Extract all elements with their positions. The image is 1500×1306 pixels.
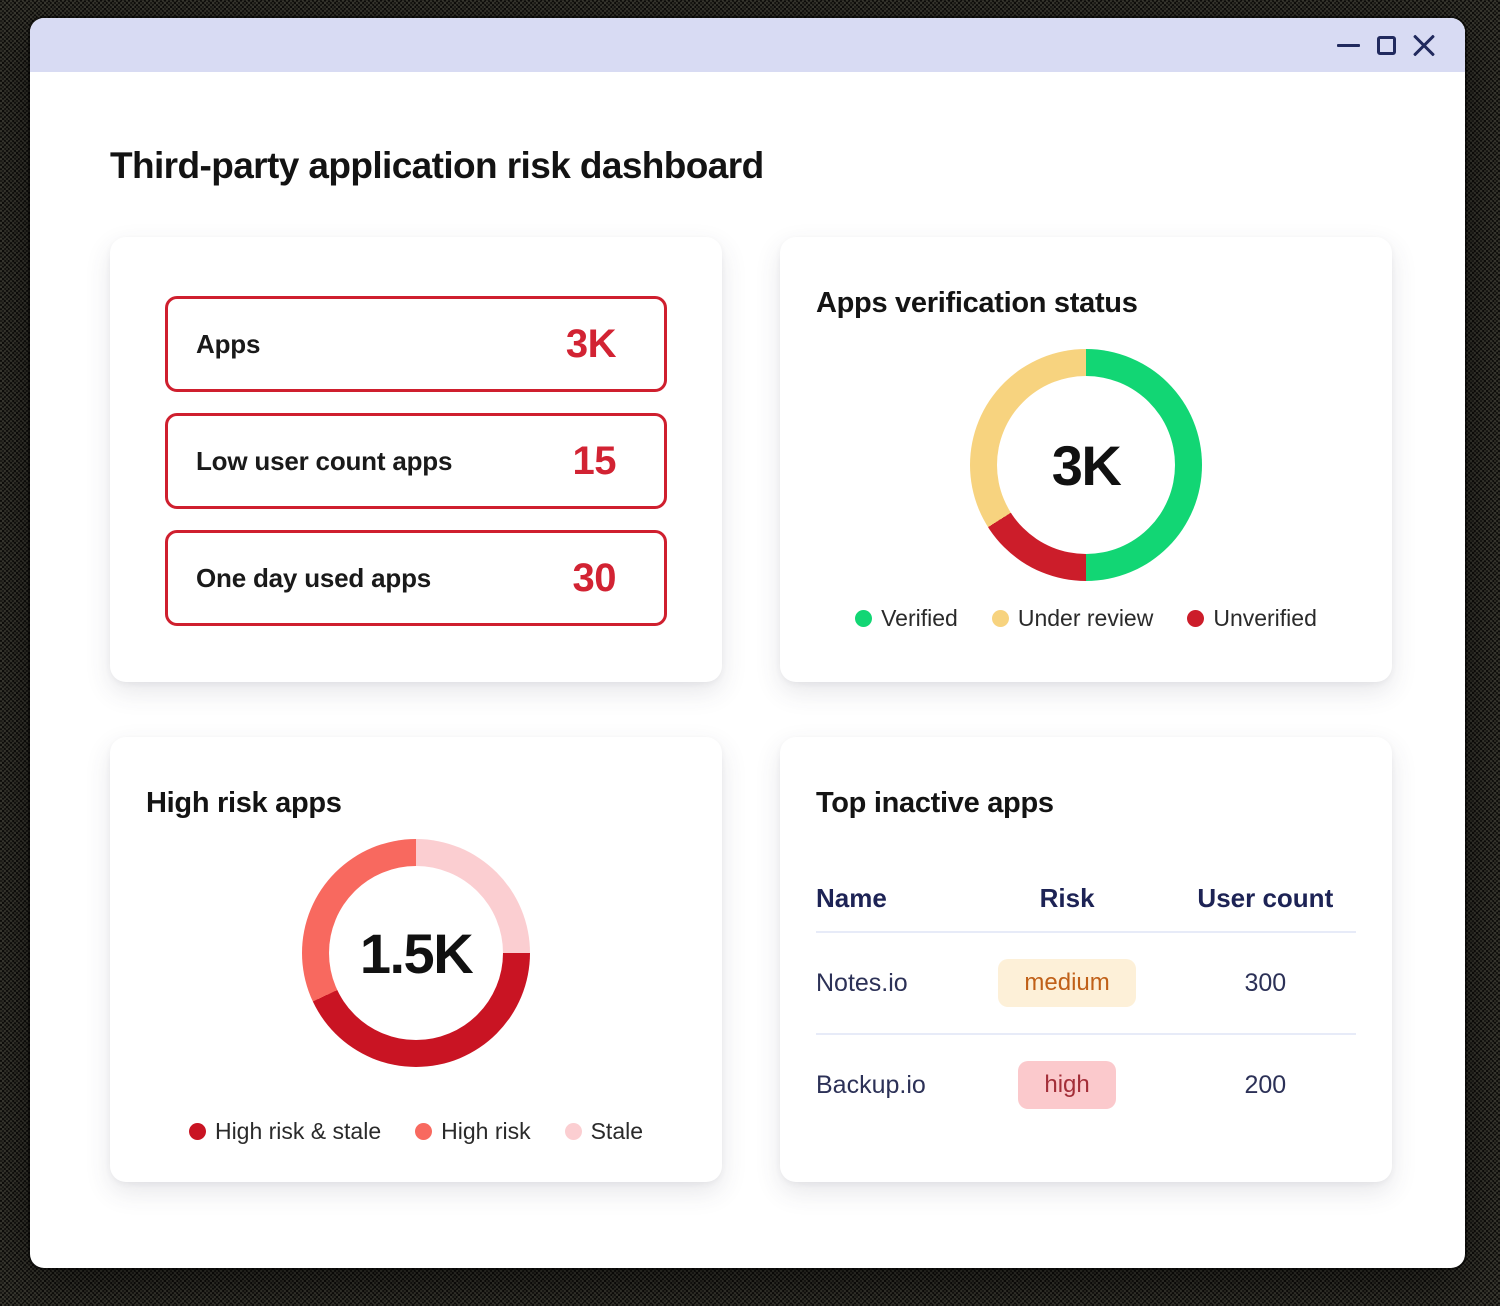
minimize-button[interactable]	[1329, 26, 1367, 64]
close-icon	[1412, 33, 1436, 57]
legend-dot-verified	[855, 610, 872, 627]
legend-dot-high-risk	[415, 1123, 432, 1140]
app-name: Notes.io	[816, 969, 959, 998]
close-button[interactable]	[1405, 26, 1443, 64]
legend-dot-unverified	[1187, 610, 1204, 627]
donut-total: 3K	[1052, 433, 1121, 498]
legend-label: High risk	[441, 1118, 530, 1145]
legend-label: Verified	[881, 605, 958, 632]
card-title: Top inactive apps	[816, 785, 1356, 821]
stat-label: Low user count apps	[196, 446, 452, 477]
high-risk-donut-chart: 1.5K	[302, 839, 530, 1067]
legend-item-unverified: Unverified	[1187, 605, 1317, 632]
legend-label: Unverified	[1213, 605, 1317, 632]
app-window: Third-party application risk dashboard A…	[30, 18, 1465, 1268]
risk-badge: high	[1018, 1061, 1115, 1109]
legend-label: Stale	[591, 1118, 643, 1145]
legend-item-stale: Stale	[565, 1118, 643, 1145]
legend-label: High risk & stale	[215, 1118, 381, 1145]
stat-value: 3K	[566, 322, 616, 367]
inactive-apps-table: Name Risk User count Notes.io medium 300	[816, 883, 1356, 1135]
high-risk-apps-card: High risk apps 1.5K High risk & stale	[110, 737, 722, 1182]
table-row: Notes.io medium 300	[816, 931, 1356, 1033]
legend-item-high-risk: High risk	[415, 1118, 530, 1145]
verification-legend: Verified Under review Unverified	[816, 605, 1356, 632]
top-inactive-apps-card: Top inactive apps Name Risk User count N…	[780, 737, 1392, 1182]
column-header-user-count: User count	[1175, 883, 1356, 914]
donut-center: 1.5K	[329, 866, 503, 1040]
stat-box-apps: Apps 3K	[165, 296, 667, 392]
desktop-background: Third-party application risk dashboard A…	[0, 0, 1500, 1306]
column-header-name: Name	[816, 883, 959, 914]
user-count: 300	[1175, 969, 1356, 998]
legend-dot-high-risk-stale	[189, 1123, 206, 1140]
legend-dot-under-review	[992, 610, 1009, 627]
donut-total: 1.5K	[360, 921, 472, 986]
table-header-row: Name Risk User count	[816, 883, 1356, 931]
legend-item-under-review: Under review	[992, 605, 1154, 632]
stat-value: 15	[573, 439, 617, 484]
minimize-icon	[1337, 44, 1360, 47]
legend-item-high-risk-stale: High risk & stale	[189, 1118, 381, 1145]
app-stats-card: Apps 3K Low user count apps 15 One day u…	[110, 237, 722, 682]
dashboard-content: Third-party application risk dashboard A…	[30, 72, 1465, 1182]
legend-label: Under review	[1018, 605, 1154, 632]
card-title: High risk apps	[146, 785, 686, 821]
app-name: Backup.io	[816, 1071, 959, 1100]
stat-label: Apps	[196, 329, 260, 360]
window-titlebar	[30, 18, 1465, 72]
maximize-button[interactable]	[1367, 26, 1405, 64]
legend-item-verified: Verified	[855, 605, 958, 632]
user-count: 200	[1175, 1071, 1356, 1100]
page-title: Third-party application risk dashboard	[110, 146, 1393, 186]
legend-dot-stale	[565, 1123, 582, 1140]
column-header-risk: Risk	[959, 883, 1174, 914]
card-title: Apps verification status	[816, 285, 1356, 321]
stat-label: One day used apps	[196, 563, 431, 594]
table-row: Backup.io high 200	[816, 1033, 1356, 1135]
verification-status-card: Apps verification status 3K Verified	[780, 237, 1392, 682]
stat-box-one-day-used-apps: One day used apps 30	[165, 530, 667, 626]
stat-box-low-user-count-apps: Low user count apps 15	[165, 413, 667, 509]
card-grid: Apps 3K Low user count apps 15 One day u…	[110, 237, 1393, 1182]
verification-donut-chart: 3K	[970, 349, 1202, 581]
donut-center: 3K	[997, 376, 1175, 554]
stat-value: 30	[573, 556, 617, 601]
risk-badge: medium	[998, 959, 1135, 1007]
maximize-icon	[1377, 36, 1396, 55]
high-risk-legend: High risk & stale High risk Stale	[146, 1118, 686, 1145]
